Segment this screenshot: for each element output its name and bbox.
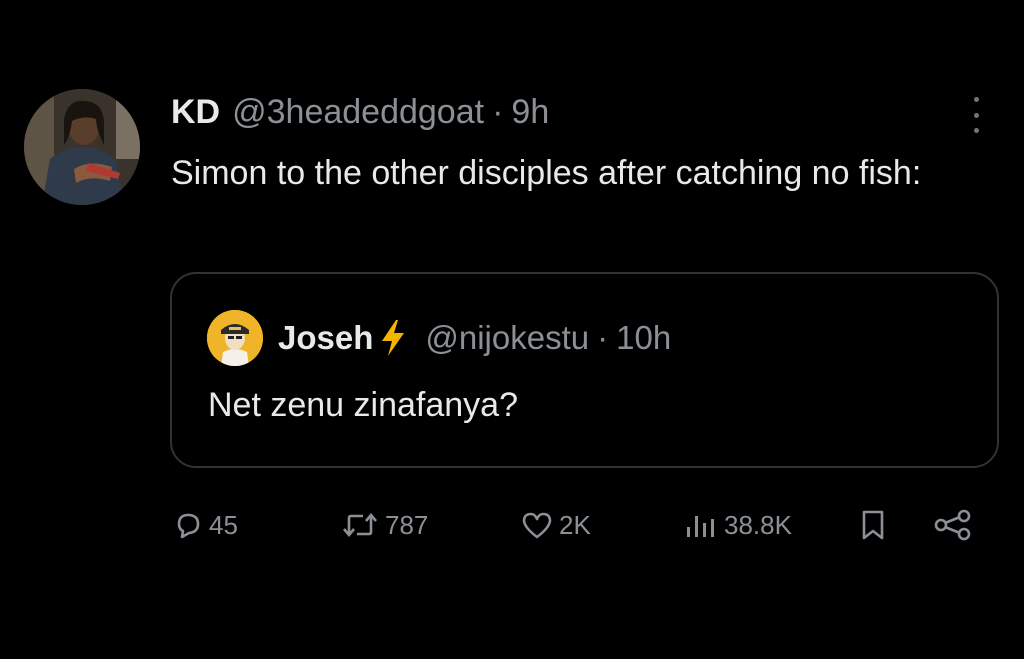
separator: · [597, 319, 609, 356]
tweet-text: Simon to the other disciples after catch… [171, 154, 922, 192]
share-icon [933, 509, 973, 541]
reply-count: 45 [209, 509, 238, 540]
share-button[interactable] [933, 497, 973, 553]
bookmark-icon [858, 509, 888, 541]
views-button[interactable]: 38.8K [684, 497, 792, 553]
repost-button[interactable]: 787 [341, 497, 428, 553]
tweet: KD @3headeddgoat · 9h Simon to the other… [0, 0, 1024, 659]
quoted-tweet[interactable]: Joseh @nijokestu · 10h Net zenu zinafany… [170, 272, 999, 468]
repost-count: 787 [385, 509, 429, 540]
reply-icon [173, 510, 203, 540]
like-icon [521, 510, 553, 540]
display-name[interactable]: KD [171, 93, 220, 132]
views-count: 38.8K [724, 509, 792, 540]
like-button[interactable]: 2K [521, 497, 591, 553]
views-icon [684, 510, 718, 540]
more-options-icon[interactable] [960, 93, 992, 137]
quoted-tweet-header: Joseh @nijokestu · 10h [278, 314, 671, 362]
reply-button[interactable]: 45 [173, 497, 238, 553]
timestamp[interactable]: 9h [511, 93, 549, 132]
lightning-bolt-icon [379, 319, 407, 357]
quoted-tweet-text: Net zenu zinafanya? [208, 386, 518, 424]
quoted-user-handle[interactable]: @nijokestu [425, 319, 589, 357]
tweet-header: KD @3headeddgoat · 9h [171, 88, 549, 136]
user-handle[interactable]: @3headeddgoat [232, 93, 484, 132]
quoted-display-name[interactable]: Joseh [278, 319, 373, 357]
separator: · [492, 92, 504, 131]
action-bar: 45 787 2K 38.8K [0, 497, 1024, 553]
quoted-user-avatar[interactable] [207, 310, 263, 366]
quoted-timestamp[interactable]: 10h [616, 319, 671, 357]
repost-icon [341, 510, 379, 540]
user-avatar[interactable] [24, 89, 140, 205]
bookmark-button[interactable] [858, 497, 888, 553]
like-count: 2K [559, 509, 591, 540]
